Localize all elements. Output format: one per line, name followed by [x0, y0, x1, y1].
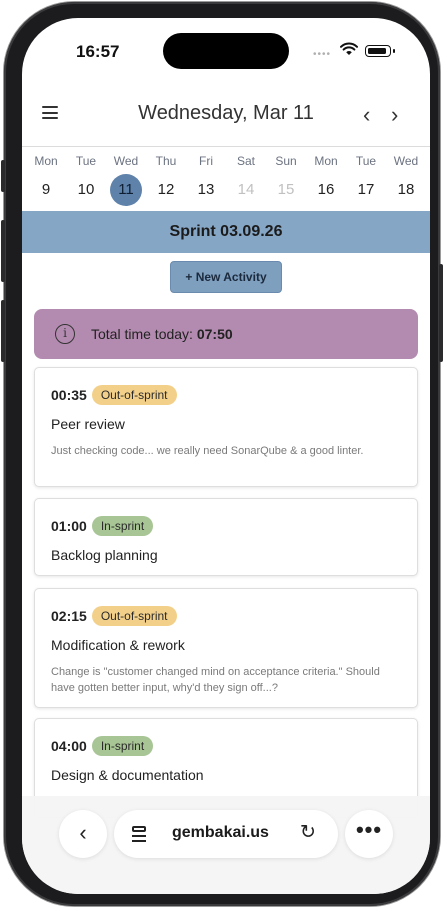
- activity-card[interactable]: 01:00 In-sprint Backlog planning: [34, 498, 418, 576]
- volume-down-button: [1, 300, 5, 362]
- day-of-week-label: Sat: [236, 154, 255, 168]
- reload-icon[interactable]: ↻: [300, 821, 316, 844]
- activity-card-header: 04:00 In-sprint: [51, 736, 154, 756]
- info-icon: i: [55, 324, 75, 344]
- tabs-icon[interactable]: [132, 826, 146, 842]
- activity-card-header: 01:00 In-sprint: [51, 516, 154, 536]
- activity-card-header: 02:15 Out-of-sprint: [51, 606, 177, 626]
- clock: 16:57: [76, 42, 120, 61]
- screen: 16:57 •••• Wednesday, Mar 11 ‹ › Mon 9 T…: [22, 18, 430, 894]
- sprint-status-badge: Out-of-sprint: [91, 385, 177, 405]
- address-bar[interactable]: gembakai.us ↻: [114, 810, 338, 858]
- day-of-week-label: Tue: [75, 154, 97, 168]
- sprint-status-badge: In-sprint: [91, 516, 154, 536]
- app-header: Wednesday, Mar 11 ‹ ›: [22, 86, 430, 142]
- day-tue-17[interactable]: Tue 17: [346, 150, 386, 206]
- total-time-value: 07:50: [196, 326, 233, 342]
- power-button: [439, 264, 443, 362]
- day-number: 17: [357, 181, 375, 198]
- activity-title: Peer review: [51, 416, 125, 432]
- day-wed-18[interactable]: Wed 18: [386, 150, 426, 206]
- wifi-icon: [340, 42, 358, 55]
- activity-card-header: 00:35 Out-of-sprint: [51, 385, 177, 405]
- cellular-signal-icon: ••••: [313, 49, 332, 60]
- dynamic-island: [163, 33, 289, 69]
- day-sun-15: Sun 15: [266, 150, 306, 206]
- week-strip: Mon 9 Tue 10 Wed 11 Thu 12 Fri 13 Sat 14: [22, 150, 430, 210]
- day-fri-13[interactable]: Fri 13: [186, 150, 226, 206]
- activity-duration: 00:35: [51, 387, 87, 403]
- phone-frame: 16:57 •••• Wednesday, Mar 11 ‹ › Mon 9 T…: [1, 2, 443, 906]
- total-time-banner: i Total time today: 07:50: [34, 309, 418, 359]
- day-number: 13: [197, 181, 215, 198]
- more-options-button[interactable]: •••: [345, 810, 393, 858]
- day-of-week-label: Tue: [355, 154, 377, 168]
- day-of-week-label: Mon: [34, 154, 58, 168]
- activity-note: Change is "customer changed mind on acce…: [51, 666, 380, 694]
- status-bar: 16:57 ••••: [22, 18, 430, 78]
- day-mon-16[interactable]: Mon 16: [306, 150, 346, 206]
- total-time-label: Total time today:: [91, 326, 193, 342]
- sprint-banner: Sprint 03.09.26: [22, 211, 430, 253]
- mute-switch: [1, 160, 5, 192]
- activity-card[interactable]: 02:15 Out-of-sprint Modification & rewor…: [34, 588, 418, 708]
- activity-note: Just checking code... we really need Son…: [51, 445, 364, 457]
- day-thu-12[interactable]: Thu 12: [146, 150, 186, 206]
- day-of-week-label: Wed: [393, 154, 419, 168]
- divider: [22, 146, 430, 147]
- activity-card[interactable]: 00:35 Out-of-sprint Peer review Just che…: [34, 367, 418, 487]
- activity-title: Design & documentation: [51, 767, 204, 783]
- browser-toolbar: ‹ gembakai.us ↻ •••: [22, 796, 430, 894]
- day-number: 10: [77, 181, 95, 198]
- day-number: 14: [237, 181, 255, 198]
- battery-icon: [365, 45, 395, 57]
- day-number: 9: [41, 181, 51, 198]
- activity-duration: 01:00: [51, 518, 87, 534]
- day-number: 18: [397, 181, 415, 198]
- activity-title: Modification & rework: [51, 637, 185, 653]
- day-mon-9[interactable]: Mon 9: [26, 150, 66, 206]
- total-time-text: Total time today: 07:50: [91, 326, 233, 342]
- day-tue-10[interactable]: Tue 10: [66, 150, 106, 206]
- url-text: gembakai.us: [172, 824, 269, 841]
- day-number: 16: [317, 181, 335, 198]
- day-number: 11: [110, 174, 142, 206]
- day-of-week-label: Mon: [314, 154, 338, 168]
- day-of-week-label: Wed: [113, 154, 139, 168]
- next-day-button[interactable]: ›: [391, 104, 398, 126]
- browser-back-button[interactable]: ‹: [59, 810, 107, 858]
- activity-duration: 02:15: [51, 608, 87, 624]
- sprint-status-badge: Out-of-sprint: [91, 606, 177, 626]
- day-sat-14: Sat 14: [226, 150, 266, 206]
- day-of-week-label: Thu: [155, 154, 177, 168]
- activity-title: Backlog planning: [51, 547, 158, 563]
- activity-duration: 04:00: [51, 738, 87, 754]
- day-of-week-label: Fri: [199, 154, 213, 168]
- previous-day-button[interactable]: ‹: [363, 104, 370, 126]
- day-number: 15: [277, 181, 295, 198]
- new-activity-button[interactable]: + New Activity: [170, 261, 282, 293]
- day-wed-11-selected[interactable]: Wed 11: [106, 150, 146, 206]
- sprint-status-badge: In-sprint: [91, 736, 154, 756]
- day-number: 12: [157, 181, 175, 198]
- volume-up-button: [1, 220, 5, 282]
- day-of-week-label: Sun: [275, 154, 297, 168]
